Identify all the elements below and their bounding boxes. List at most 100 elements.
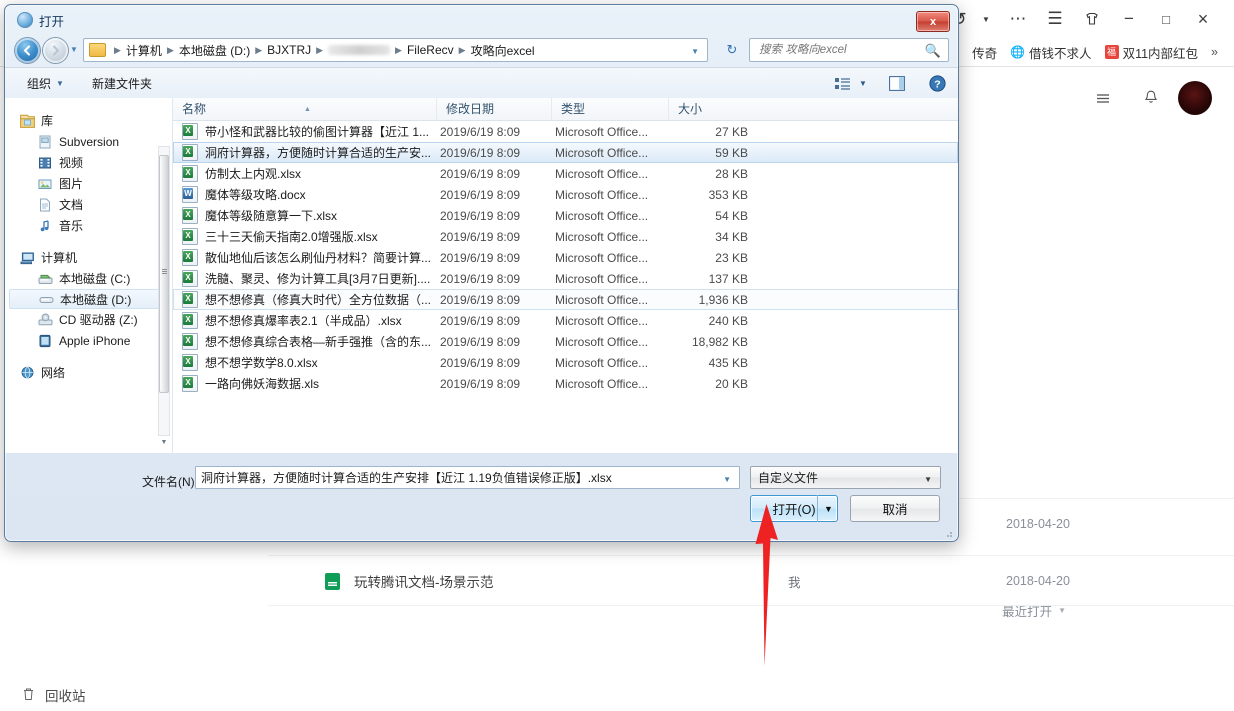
organize-button[interactable]: 组织 ▼: [27, 75, 64, 92]
file-row[interactable]: X 想不想修真（修真大时代）全方位数据（... 2019/6/19 8:09 Micr…: [173, 289, 958, 310]
search-box[interactable]: 🔍: [749, 38, 949, 62]
bookmark-item[interactable]: 🌐 借钱不求人: [1010, 43, 1091, 62]
nav-item-cd-drive-z[interactable]: CD 驱动器 (Z:): [5, 309, 172, 330]
file-row[interactable]: X 仿制太上内观.xlsx 2019/6/19 8:09 Microsoft Offi…: [173, 163, 958, 184]
resize-grip[interactable]: [942, 527, 954, 539]
filename-input[interactable]: 洞府计算器，方便随时计算合适的生产安排【近江 1.19负值错误修正版】.xlsx…: [195, 466, 740, 489]
more-icon[interactable]: ⋯: [1003, 5, 1033, 33]
folder-icon: [89, 43, 106, 57]
nav-item-drive-d[interactable]: 本地磁盘 (D:): [9, 289, 166, 309]
file-name: 散仙地仙后该怎么刷仙丹材料？简要计算...: [205, 251, 432, 265]
file-row[interactable]: W 魔体等级攻略.docx 2019/6/19 8:09 Microsoft Offi…: [173, 184, 958, 205]
file-modified-date: 2019/6/19 8:09: [440, 313, 521, 328]
nav-label: 库: [41, 114, 54, 128]
bell-icon[interactable]: [1134, 81, 1168, 115]
network-icon: [19, 365, 35, 381]
file-row[interactable]: X 一路向佛妖海数据.xls 2019/6/19 8:09 Microsoft Off…: [173, 373, 958, 394]
scroll-down-button[interactable]: ▼: [158, 436, 170, 448]
bookmarks-overflow-button[interactable]: »: [1211, 45, 1218, 59]
navigation-scrollbar[interactable]: [158, 146, 170, 436]
column-header-size[interactable]: 大小: [669, 98, 757, 120]
nav-group-network[interactable]: 网络: [5, 362, 172, 383]
file-modified-date: 2019/6/19 8:09: [440, 355, 521, 370]
organize-label: 组织: [27, 77, 52, 91]
nav-item-videos[interactable]: 视频: [5, 152, 172, 173]
file-row[interactable]: X 想不想修真综合表格—新手强推（含的东... 2019/6/19 8:09 Micr…: [173, 331, 958, 352]
view-dropdown-caret-icon[interactable]: ▼: [856, 73, 870, 95]
dialog-icon: [17, 12, 33, 28]
file-row[interactable]: X 想不想学数学8.0.xlsx 2019/6/19 8:09 Microsoft O…: [173, 352, 958, 373]
breadcrumb-item[interactable]: FileRecv: [407, 43, 454, 57]
maximize-icon[interactable]: □: [1151, 5, 1181, 33]
file-row[interactable]: X 洗髓、聚灵、修为计算工具[3月7日更新].... 2019/6/19 8:09 M…: [173, 268, 958, 289]
preview-pane-icon[interactable]: [884, 73, 910, 95]
cancel-button[interactable]: 取消: [850, 495, 940, 522]
file-name-cell: X 洗髓、聚灵、修为计算工具[3月7日更新]....: [174, 270, 438, 287]
breadcrumb-separator: ▶: [395, 44, 402, 55]
avatar[interactable]: [1178, 81, 1212, 115]
nav-item-music[interactable]: 音乐: [5, 215, 172, 236]
new-folder-button[interactable]: 新建文件夹: [92, 75, 152, 92]
scrollbar-thumb[interactable]: [159, 155, 169, 393]
close-button[interactable]: x: [916, 11, 950, 32]
file-row[interactable]: X 想不想修真爆率表2.1（半成品）.xlsx 2019/6/19 8:09 Micr…: [173, 310, 958, 331]
nav-item-drive-c[interactable]: 本地磁盘 (C:): [5, 268, 172, 289]
file-row[interactable]: X 散仙地仙后该怎么刷仙丹材料？简要计算... 2019/6/19 8:09 Micr…: [173, 247, 958, 268]
bookmark-item[interactable]: 福 双11内部红包: [1104, 43, 1198, 62]
hamburger-icon[interactable]: [1086, 81, 1120, 115]
nav-item-subversion[interactable]: Subversion: [5, 131, 172, 152]
nav-item-apple-iphone[interactable]: Apple iPhone: [5, 330, 172, 351]
file-row[interactable]: X 魔体等级随意算一下.xlsx 2019/6/19 8:09 Microsoft O…: [173, 205, 958, 226]
undo-caret-icon[interactable]: ▼: [981, 5, 991, 33]
breadcrumb-separator: ▶: [316, 44, 324, 55]
breadcrumb-separator: ▶: [166, 44, 174, 55]
file-size: 435 KB: [708, 355, 748, 370]
file-name-cell: X 想不想修真爆率表2.1（半成品）.xlsx: [174, 312, 438, 329]
bookmark-item[interactable]: 传奇: [972, 43, 997, 62]
file-type: Microsoft Office...: [555, 292, 649, 307]
minimize-icon[interactable]: −: [1114, 5, 1144, 33]
close-icon[interactable]: ×: [1188, 5, 1218, 33]
breadcrumb-item[interactable]: 攻略向excel: [471, 42, 535, 59]
breadcrumb-item[interactable]: 本地磁盘 (D:): [179, 42, 250, 59]
chevron-down-icon[interactable]: ▼: [723, 475, 731, 484]
refresh-icon[interactable]: ↻: [721, 39, 743, 61]
excel-file-icon: X: [182, 312, 198, 329]
excel-file-icon: X: [182, 375, 198, 392]
chevron-down-icon[interactable]: ▼: [691, 47, 699, 56]
nav-label: Apple iPhone: [59, 333, 131, 348]
nav-group-library[interactable]: 库: [5, 110, 172, 131]
help-icon[interactable]: ?: [924, 73, 950, 95]
pictures-icon: [37, 176, 53, 192]
breadcrumb-item[interactable]: 计算机: [126, 42, 162, 59]
file-type-filter-select[interactable]: 自定义文件 ▼: [750, 466, 941, 489]
recent-locations-button[interactable]: ▼: [70, 45, 78, 54]
column-header-name[interactable]: 名称 ▲: [173, 98, 437, 120]
nav-item-documents[interactable]: 文档: [5, 194, 172, 215]
open-button-dropdown[interactable]: ▼: [817, 495, 839, 522]
menu-icon[interactable]: ☰: [1040, 5, 1070, 33]
file-size: 353 KB: [708, 187, 748, 202]
breadcrumb-item[interactable]: BJXTRJ: [267, 43, 311, 57]
excel-file-icon: X: [182, 333, 198, 350]
file-name-cell: X 想不想学数学8.0.xlsx: [174, 354, 438, 371]
address-bar[interactable]: ▶ 计算机 ▶ 本地磁盘 (D:) ▶ BJXTRJ ▶ ▶ FileRecv …: [83, 38, 708, 62]
nav-group-computer[interactable]: 计算机: [5, 247, 172, 268]
open-button-label: 打开(O): [772, 503, 816, 517]
file-row[interactable]: X 洞府计算器，方便随时计算合适的生产安... 2019/6/19 8:09 Micr…: [173, 142, 958, 163]
sidebar-item-recycle-bin[interactable]: 回收站: [22, 685, 86, 705]
doc-row[interactable]: 玩转腾讯文档-场景示范 我 2018-04-20: [268, 555, 1234, 606]
column-header-date[interactable]: 修改日期: [437, 98, 552, 120]
search-input[interactable]: [757, 43, 929, 57]
column-header-type[interactable]: 类型: [552, 98, 669, 120]
back-button[interactable]: [15, 38, 40, 63]
subversion-icon: [37, 134, 53, 150]
list-view-icon[interactable]: [830, 73, 856, 95]
file-row[interactable]: X 带小怪和武器比较的偷图计算器【近江 1... 2019/6/19 8:09 Mic…: [173, 121, 958, 142]
forward-button[interactable]: [43, 38, 68, 63]
file-row[interactable]: X 三十三天偷天指南2.0增强版.xlsx 2019/6/19 8:09 Micros…: [173, 226, 958, 247]
nav-item-pictures[interactable]: 图片: [5, 173, 172, 194]
shirt-icon[interactable]: [1077, 5, 1107, 33]
file-size: 28 KB: [715, 166, 748, 181]
breadcrumb-item-redacted[interactable]: [328, 45, 391, 55]
